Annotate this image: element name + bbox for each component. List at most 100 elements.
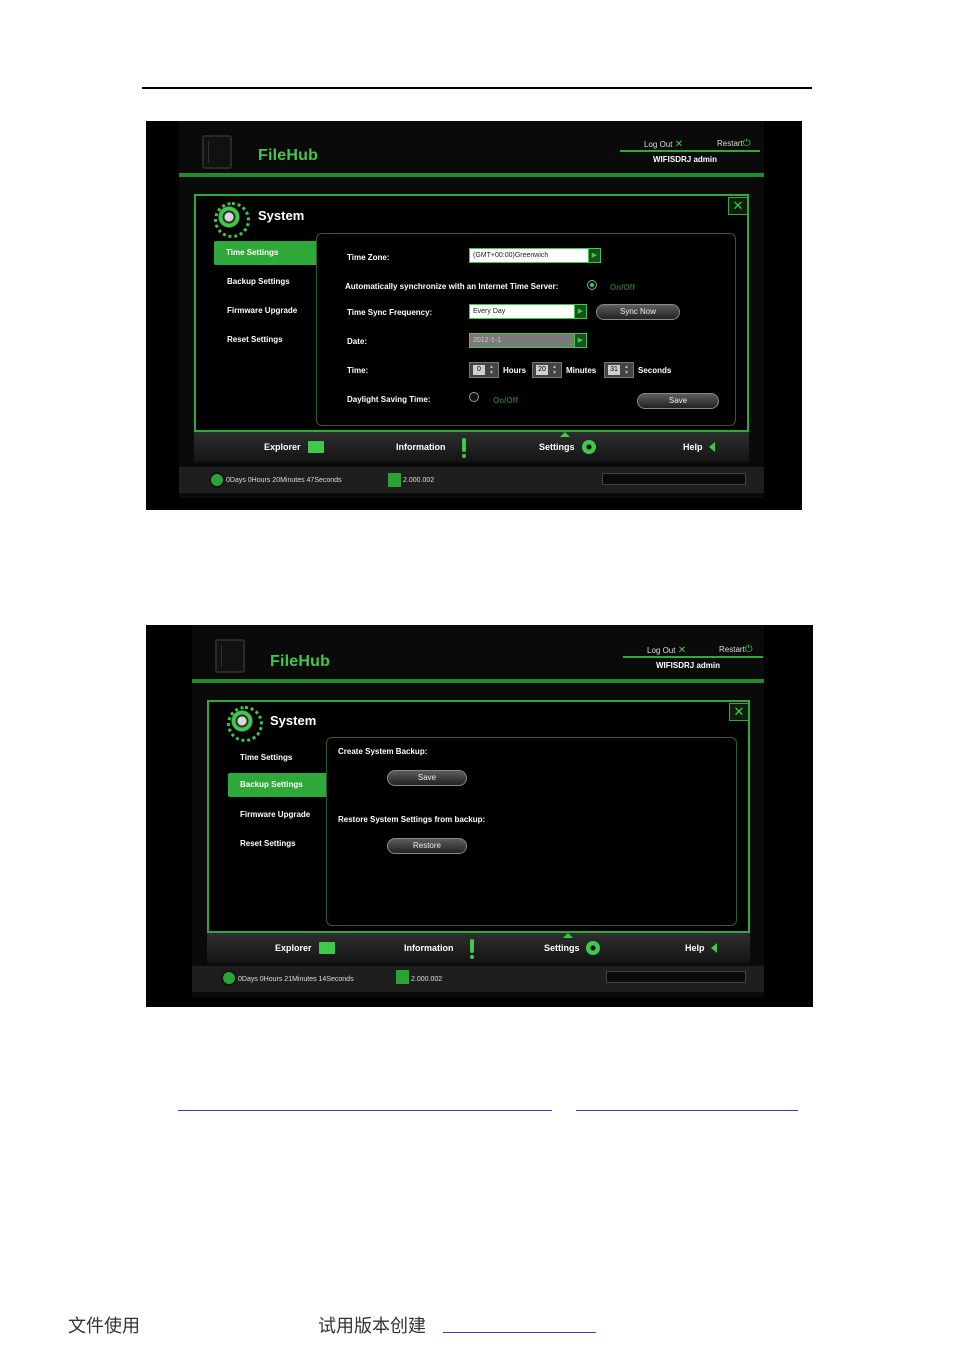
- nav-settings[interactable]: Settings: [539, 442, 575, 452]
- nav-information[interactable]: Information: [404, 943, 454, 953]
- filehub-logo-icon: [215, 639, 245, 673]
- footer-link-underline[interactable]: [443, 1332, 596, 1333]
- seconds-value: 31: [608, 365, 620, 375]
- restart-link[interactable]: Restart⏻: [719, 644, 753, 655]
- system-title: System: [270, 713, 317, 728]
- system-title: System: [258, 208, 305, 223]
- nav-settings[interactable]: Settings: [544, 943, 580, 953]
- date-field[interactable]: 2012-1-1 ▶: [469, 333, 587, 348]
- header-underline: [623, 656, 763, 658]
- help-arrow-icon: [709, 442, 715, 452]
- dropdown-arrow-icon: ▶: [574, 305, 586, 318]
- sidebar-item-firmware-upgrade[interactable]: Firmware Upgrade: [227, 306, 297, 315]
- status-progress: [602, 473, 746, 485]
- time-zone-value: (GMT+00:00)Greenwich: [473, 252, 549, 259]
- sidebar-item-time-settings[interactable]: Time Settings: [214, 241, 316, 265]
- filehub-app: FileHub Log Out ✕ Restart⏻ WIFISDRJ admi…: [179, 121, 764, 498]
- minutes-stepper[interactable]: 20 ▲ ▼: [532, 362, 562, 378]
- filehub-logo-icon: [202, 135, 232, 169]
- restore-button[interactable]: Restore: [387, 838, 467, 854]
- save-backup-button[interactable]: Save: [387, 770, 467, 786]
- firmware-box-icon: [388, 473, 401, 487]
- hours-label: Hours: [503, 366, 527, 375]
- dst-radio[interactable]: [469, 392, 479, 402]
- system-panel: ✕ System Time Settings Backup Settings F…: [207, 700, 750, 933]
- logout-link[interactable]: Log Out ✕: [644, 139, 683, 150]
- auto-sync-label: Automatically synchronize with an Intern…: [345, 282, 559, 291]
- nav-explorer[interactable]: Explorer: [275, 943, 312, 953]
- uptime-text: 0Days 0Hours 21Minutes 14Seconds: [238, 976, 354, 983]
- close-icon[interactable]: ✕: [728, 197, 748, 215]
- sidebar-item-reset-settings[interactable]: Reset Settings: [240, 839, 296, 848]
- minutes-value: 20: [536, 365, 548, 375]
- sidebar-item-time-settings[interactable]: Time Settings: [240, 753, 292, 762]
- time-zone-select[interactable]: (GMT+00:00)Greenwich ▶: [469, 248, 601, 263]
- sidebar-item-backup-settings[interactable]: Backup Settings: [227, 277, 290, 286]
- sync-frequency-label: Time Sync Frequency:: [347, 308, 433, 317]
- sync-now-button[interactable]: Sync Now: [596, 304, 680, 320]
- time-zone-label: Time Zone:: [347, 253, 390, 262]
- close-icon[interactable]: ✕: [729, 703, 749, 721]
- hours-stepper[interactable]: 0 ▲ ▼: [469, 362, 499, 378]
- sidebar-item-backup-settings[interactable]: Backup Settings: [228, 773, 326, 797]
- active-nav-indicator: [560, 432, 570, 437]
- auto-sync-radio[interactable]: [587, 280, 597, 290]
- gear-icon: [227, 706, 263, 742]
- sidebar-item-firmware-upgrade[interactable]: Firmware Upgrade: [240, 810, 310, 819]
- create-backup-label: Create System Backup:: [338, 747, 428, 756]
- exclamation-icon: [462, 438, 466, 458]
- calendar-arrow-icon: ▶: [574, 334, 586, 347]
- help-arrow-icon: [711, 943, 717, 953]
- page-top-rule: [142, 87, 812, 89]
- status-progress: [606, 971, 746, 983]
- auto-sync-onoff[interactable]: On/Off: [610, 283, 635, 292]
- save-button[interactable]: Save: [637, 393, 719, 409]
- uptime-text: 0Days 0Hours 20Minutes 47Seconds: [226, 477, 342, 484]
- dst-label: Daylight Saving Time:: [347, 395, 431, 404]
- link-underline-left[interactable]: [178, 1110, 552, 1111]
- bottom-nav: Explorer Information Settings Help: [207, 933, 750, 963]
- header-bar: [192, 679, 764, 683]
- exclamation-icon: [470, 939, 474, 959]
- restore-label: Restore System Settings from backup:: [338, 815, 486, 824]
- dst-onoff[interactable]: On/Off: [493, 396, 518, 405]
- system-panel: ✕ System Time Settings Backup Settings F…: [194, 194, 749, 432]
- logout-x-icon: ✕: [677, 645, 687, 656]
- active-nav-indicator: [563, 933, 573, 938]
- power-icon: ⏻: [742, 138, 751, 149]
- uptime-clock-icon: [209, 472, 225, 488]
- firmware-box-icon: [396, 970, 409, 984]
- version-text: 2.000.002: [411, 976, 443, 983]
- time-settings-form: Time Zone: (GMT+00:00)Greenwich ▶ Automat…: [316, 233, 736, 426]
- screenshot-backup-settings: FileHub Log Out ✕ Restart⏻ WIFISDRJ admi…: [146, 625, 813, 1007]
- seconds-stepper[interactable]: 31 ▲ ▼: [604, 362, 634, 378]
- sidebar-item-reset-settings[interactable]: Reset Settings: [227, 335, 283, 344]
- folder-icon: [319, 942, 335, 954]
- nav-help[interactable]: Help: [683, 442, 703, 452]
- footer-middle-text: 试用版本创建: [318, 1316, 426, 1337]
- screenshot-time-settings: FileHub Log Out ✕ Restart⏻ WIFISDRJ admi…: [146, 121, 802, 510]
- nav-explorer[interactable]: Explorer: [264, 442, 301, 452]
- settings-gear-icon: [582, 440, 596, 454]
- dropdown-arrow-icon: ▶: [588, 249, 600, 262]
- bottom-nav: Explorer Information Settings Help: [194, 432, 749, 462]
- logout-link[interactable]: Log Out ✕: [647, 645, 686, 656]
- power-icon: ⏻: [744, 644, 753, 655]
- filehub-app: FileHub Log Out ✕ Restart⏻ WIFISDRJ admi…: [192, 625, 764, 997]
- user-line: WIFISDRJ admin: [656, 661, 721, 670]
- folder-icon: [308, 441, 324, 453]
- footer-left-text: 文件使用: [68, 1316, 140, 1337]
- version-text: 2.000.002: [403, 477, 435, 484]
- date-value: 2012-1-1: [473, 337, 502, 344]
- backup-settings-form: Create System Backup: Save Restore Syste…: [326, 737, 737, 926]
- sync-frequency-select[interactable]: Every Day ▶: [469, 304, 587, 319]
- nav-help[interactable]: Help: [685, 943, 705, 953]
- settings-gear-icon: [586, 941, 600, 955]
- seconds-label: Seconds: [638, 366, 672, 375]
- link-underline-right[interactable]: [576, 1110, 798, 1111]
- header-bar: [179, 173, 764, 177]
- brand-title: FileHub: [270, 653, 331, 670]
- restart-link[interactable]: Restart⏻: [717, 138, 751, 149]
- user-line: WIFISDRJ admin: [653, 155, 718, 164]
- nav-information[interactable]: Information: [396, 442, 446, 452]
